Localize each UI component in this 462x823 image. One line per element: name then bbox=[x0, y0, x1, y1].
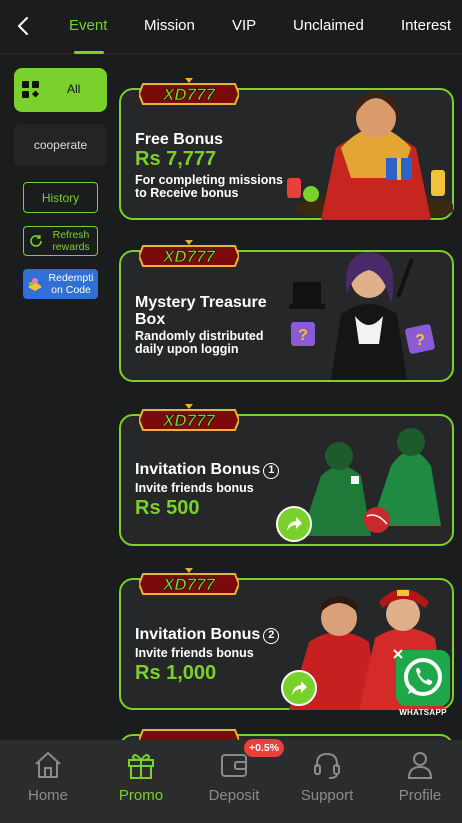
redemption-code-button[interactable]: Redempti on Code bbox=[23, 269, 98, 299]
nav-label: Deposit bbox=[208, 787, 260, 804]
card-description: For completing missions to Receive bonus bbox=[135, 173, 283, 200]
share-arrow-icon bbox=[292, 681, 307, 695]
card-title-text: Invitation Bonus bbox=[135, 461, 261, 478]
magician-woman-illustration: ? ? bbox=[289, 252, 435, 380]
whatsapp-button[interactable]: WHATSAPP bbox=[392, 648, 454, 718]
history-button[interactable]: History bbox=[23, 182, 98, 213]
card-amount: Rs 500 bbox=[135, 497, 200, 519]
sidebar-item-cooperate[interactable]: cooperate bbox=[14, 124, 107, 166]
sidebar-item-label: cooperate bbox=[33, 138, 88, 152]
card-amount: Rs 1,000 bbox=[135, 662, 217, 684]
cricket-players-illustration bbox=[301, 428, 441, 536]
whatsapp-label: WHATSAPP bbox=[399, 708, 447, 717]
nav-home[interactable]: Home bbox=[2, 740, 94, 823]
tab-vip[interactable]: VIP bbox=[232, 17, 256, 34]
card-title: Mystery Treasure Box bbox=[135, 294, 267, 328]
refresh-rewards-button[interactable]: Refresh rewards bbox=[23, 226, 98, 256]
active-tab-indicator bbox=[74, 51, 104, 54]
redemption-code-label: Redempti on Code bbox=[48, 272, 94, 296]
card-title-text: Invitation Bonus bbox=[135, 626, 261, 643]
nav-promo[interactable]: Promo bbox=[95, 740, 187, 823]
card-amount: Rs 7,777 bbox=[135, 148, 217, 170]
share-button[interactable] bbox=[281, 670, 317, 706]
top-nav: Event Mission VIP Unclaimed Interest bbox=[0, 0, 462, 54]
history-label: History bbox=[41, 191, 80, 205]
svg-text:XD777: XD777 bbox=[162, 247, 217, 266]
headset-icon bbox=[314, 752, 340, 779]
wallet-icon bbox=[221, 754, 247, 777]
xd777-logo: XD777 bbox=[139, 78, 239, 105]
home-icon bbox=[35, 752, 61, 778]
svg-text:?: ? bbox=[298, 327, 308, 344]
refresh-rewards-label: Refresh rewards bbox=[52, 229, 90, 253]
tab-unclaimed[interactable]: Unclaimed bbox=[293, 17, 364, 34]
close-icon[interactable] bbox=[392, 648, 404, 660]
whatsapp-icon bbox=[396, 650, 450, 706]
nav-label: Home bbox=[27, 787, 68, 804]
promo-card-mystery-box[interactable]: XD777 Mystery Treasure Box Randomly dist… bbox=[119, 240, 454, 382]
grid-icon bbox=[22, 81, 39, 98]
share-button[interactable] bbox=[276, 506, 312, 542]
xd777-logo: XD777 bbox=[139, 568, 239, 595]
nav-label: Profile bbox=[398, 787, 442, 804]
woman-with-gift-illustration bbox=[287, 90, 453, 220]
svg-text:?: ? bbox=[415, 332, 425, 349]
card-description: Invite friends bonus bbox=[135, 646, 254, 660]
number-badge-icon: 2 bbox=[263, 628, 280, 644]
refresh-icon bbox=[30, 235, 42, 247]
card-description: Randomly distributed daily upon loggin bbox=[135, 329, 264, 356]
card-title: Invitation Bonus 2 bbox=[135, 626, 280, 644]
xd777-logo: XD777 bbox=[139, 404, 239, 431]
nav-profile[interactable]: Profile bbox=[374, 740, 462, 823]
tab-event[interactable]: Event bbox=[69, 17, 107, 34]
nav-support[interactable]: Support bbox=[281, 740, 373, 823]
promo-card-invitation-1[interactable]: XD777 Invitation Bonus 1 Invite friends b… bbox=[119, 404, 454, 546]
svg-text:XD777: XD777 bbox=[162, 85, 217, 104]
svg-text:XD777: XD777 bbox=[162, 411, 217, 430]
nav-label: Promo bbox=[118, 787, 164, 804]
deposit-bonus-badge: +0.5% bbox=[244, 739, 284, 757]
gift-icon bbox=[128, 754, 154, 779]
user-icon bbox=[407, 752, 433, 779]
tab-interest[interactable]: Interest bbox=[401, 17, 451, 34]
xd777-logo: XD777 bbox=[139, 240, 239, 267]
bottom-nav: Home Promo Deposit Support Profile bbox=[0, 740, 462, 823]
svg-text:XD777: XD777 bbox=[162, 575, 217, 594]
nav-label: Support bbox=[300, 787, 354, 804]
promo-card-free-bonus[interactable]: XD777 Free Bonus Rs 7,777 For completing… bbox=[119, 78, 454, 220]
sidebar-item-all[interactable]: All bbox=[14, 68, 107, 112]
back-arrow-icon[interactable] bbox=[12, 14, 36, 38]
share-arrow-icon bbox=[287, 517, 302, 531]
card-title: Free Bonus bbox=[135, 131, 224, 148]
tab-mission[interactable]: Mission bbox=[144, 17, 195, 34]
card-description: Invite friends bonus bbox=[135, 481, 254, 495]
sidebar-item-label: All bbox=[67, 82, 81, 96]
card-title: Invitation Bonus 1 bbox=[135, 461, 280, 479]
gift-icon bbox=[28, 278, 42, 291]
number-badge-icon: 1 bbox=[263, 463, 280, 479]
